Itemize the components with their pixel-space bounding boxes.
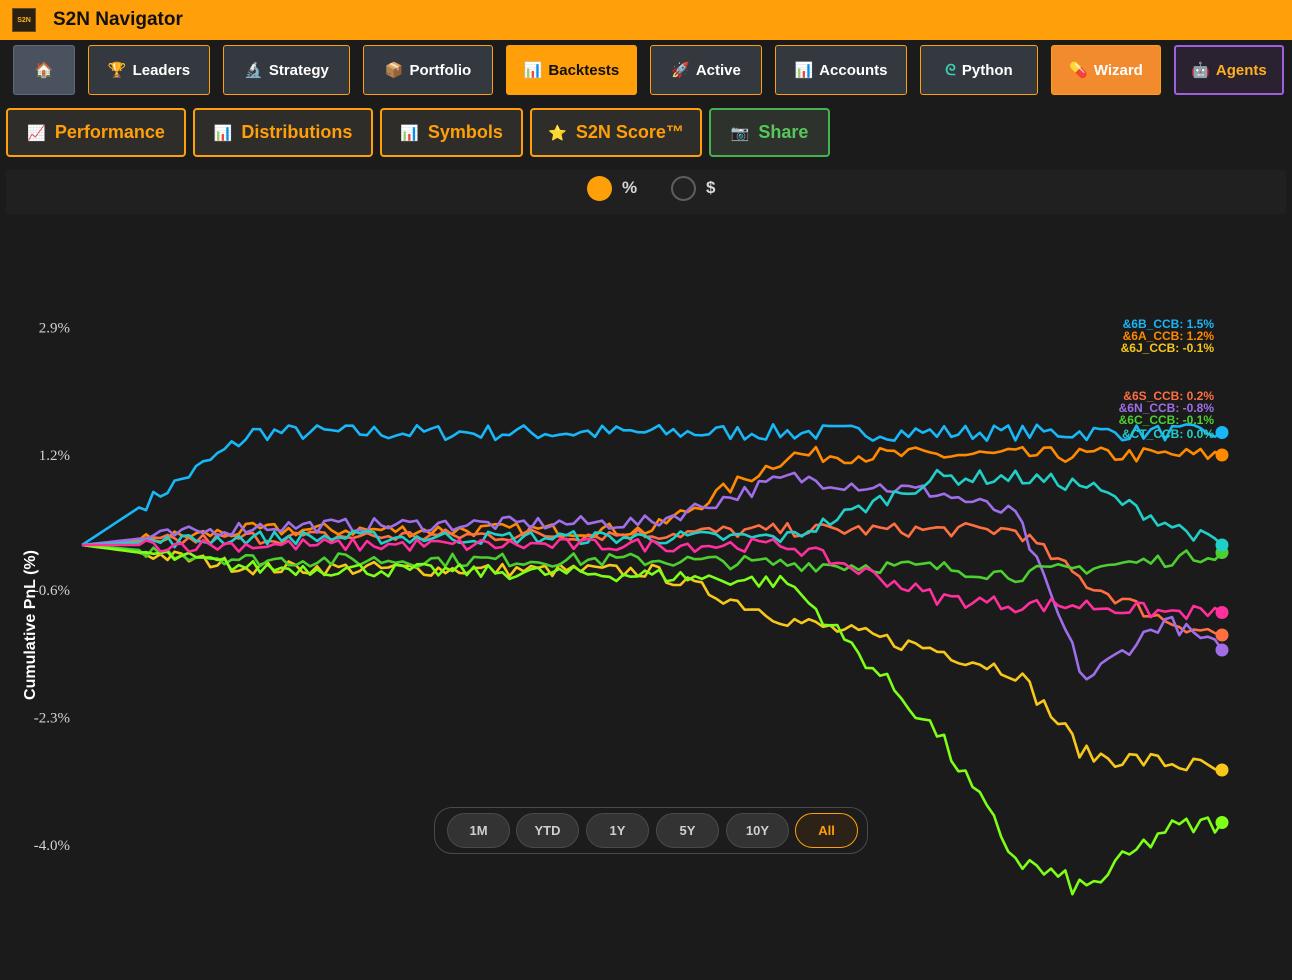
tab-s2n-score-label: S2N Score™ (575, 122, 684, 142)
tab-symbols[interactable]: 📊 Symbols (380, 108, 523, 157)
tab-s2n-score[interactable]: ⭐ S2N Score™ (530, 108, 702, 157)
series-label: &CT_CCB: 0.0% (1122, 427, 1214, 441)
nav-strategy-button[interactable]: 🔬 Strategy (223, 45, 350, 95)
nav-agents-label: Agents (1215, 61, 1267, 79)
series-line (82, 537, 1223, 621)
trend-icon: 📈 (27, 124, 46, 142)
app-logo: S2N (12, 8, 36, 32)
nav-active-label: Active (695, 61, 741, 79)
nav-python-label: Python (961, 61, 1013, 79)
nav-wizard-label: Wizard (1093, 61, 1143, 79)
cumulative-pnl-chart: 2.9% 1.2% -0.6% -2.3% -4.0% Cumulative PnL (%… (22, 317, 1229, 896)
dollar-label: $ (706, 178, 716, 197)
nav-home-button[interactable]: 🏠 (13, 45, 75, 95)
y-tick-label: -4.0% (34, 838, 70, 854)
camera-icon: 📷 (730, 124, 750, 142)
series-end-marker (1215, 448, 1229, 462)
series-end-marker (1215, 816, 1229, 829)
python-icon: ᘓ (945, 61, 956, 79)
tab-performance[interactable]: 📈 Performance (6, 108, 186, 157)
series-line (81, 423, 1223, 547)
bar-chart-icon: 📊 (523, 62, 543, 79)
microscope-icon: 🔬 (244, 62, 263, 79)
range-button-5y[interactable]: 5Y (656, 813, 719, 848)
series-line (81, 543, 1223, 772)
range-button-1m[interactable]: 1M (447, 813, 510, 848)
robot-icon: 🤖 (1191, 62, 1210, 79)
nav-portfolio-button[interactable]: 📦 Portfolio (363, 45, 493, 95)
nav-accounts-button[interactable]: 📊 Accounts (775, 45, 907, 95)
series-label: &6J_CCB: -0.1% (1121, 341, 1215, 355)
nav-portfolio-label: Portfolio (409, 61, 472, 79)
series-end-marker (1215, 643, 1229, 657)
bar-chart-icon: 📊 (794, 62, 814, 79)
home-icon: 🏠 (34, 62, 54, 79)
star-icon: ⭐ (548, 124, 567, 142)
nav-agents-button[interactable]: 🤖 Agents (1174, 45, 1284, 95)
y-tick-label: 1.2% (39, 448, 70, 464)
percent-label: % (622, 178, 638, 197)
series-end-marker (1215, 426, 1229, 439)
tab-symbols-label: Symbols (427, 122, 503, 142)
nav-backtests-button[interactable]: 📊 Backtests (506, 45, 637, 95)
range-button-10y[interactable]: 10Y (726, 813, 789, 848)
bar-chart-icon: 📊 (400, 124, 419, 142)
pill-icon: 💊 (1069, 62, 1088, 79)
title-bar: S2N S2N Navigator (0, 0, 1292, 40)
series-end-marker (1215, 628, 1229, 642)
unit-toggle-bar (6, 170, 1286, 214)
share-label: Share (758, 122, 809, 142)
app-title: S2N Navigator (53, 9, 183, 30)
series-label: &6C_CCB: -0.1% (1119, 413, 1215, 427)
y-tick-label: 2.9% (39, 321, 70, 337)
rocket-icon: 🚀 (671, 62, 690, 79)
share-button[interactable]: 📷 Share (709, 108, 830, 157)
tab-distributions[interactable]: 📊 Distributions (193, 108, 373, 157)
nav-python-button[interactable]: ᘓ Python (920, 45, 1038, 95)
nav-leaders-label: Leaders (132, 61, 191, 79)
dollar-radio[interactable] (671, 176, 696, 201)
nav-active-button[interactable]: 🚀 Active (650, 45, 762, 95)
nav-accounts-label: Accounts (819, 61, 888, 79)
range-button-ytd[interactable]: YTD (516, 813, 579, 848)
percent-radio[interactable] (587, 176, 612, 201)
package-icon: 📦 (384, 62, 404, 79)
bar-chart-icon: 📊 (213, 124, 233, 142)
range-button-all[interactable]: All (795, 813, 858, 848)
tab-distributions-label: Distributions (241, 122, 353, 142)
y-axis-title: Cumulative PnL (%) (22, 550, 39, 700)
nav-backtests-label: Backtests (548, 61, 620, 79)
y-tick-label: -2.3% (34, 711, 70, 727)
y-tick-label: -0.6% (34, 583, 70, 599)
series-end-marker (1215, 538, 1229, 552)
trophy-icon: 🏆 (107, 62, 127, 79)
nav-wizard-button[interactable]: 💊 Wizard (1051, 45, 1161, 95)
series-line (81, 471, 1224, 681)
series-end-marker (1215, 606, 1229, 619)
range-button-1y[interactable]: 1Y (586, 813, 649, 848)
range-selector: 1M YTD 1Y 5Y 10Y All (434, 807, 868, 854)
nav-strategy-label: Strategy (268, 61, 329, 79)
tab-performance-label: Performance (54, 122, 165, 142)
nav-leaders-button[interactable]: 🏆 Leaders (88, 45, 210, 95)
series-end-marker (1215, 763, 1229, 777)
